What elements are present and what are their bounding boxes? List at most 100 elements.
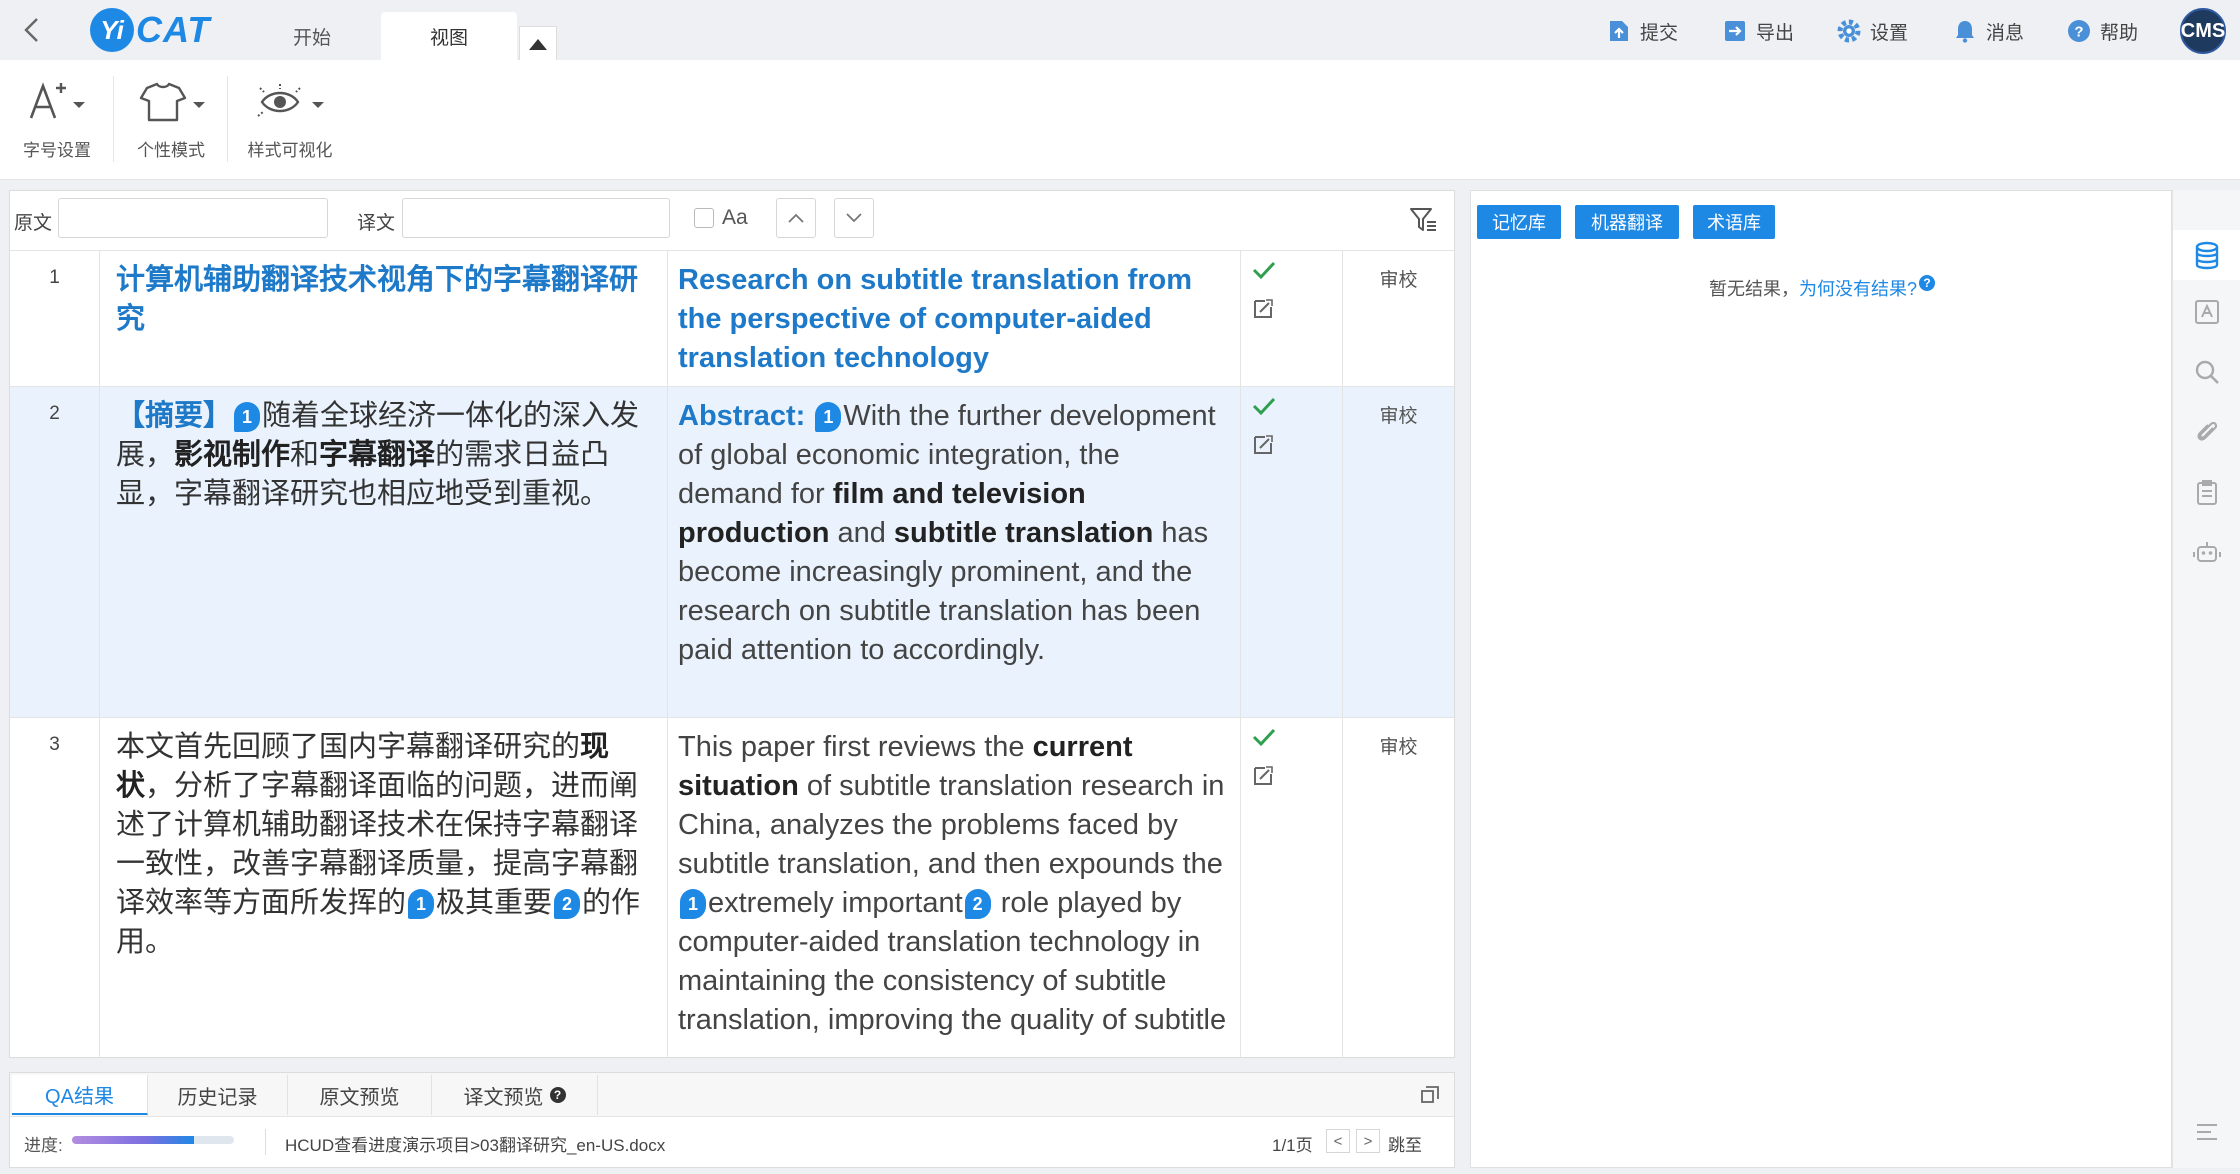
chevron-left-icon — [24, 18, 38, 42]
clipboard-icon — [2197, 480, 2217, 505]
target-text[interactable]: Research on subtitle translation from th… — [668, 251, 1241, 386]
filter-icon[interactable] — [1408, 205, 1438, 235]
search-tool[interactable] — [2191, 356, 2223, 388]
messages-button[interactable]: 消息 — [1952, 14, 2024, 48]
submit-icon — [1610, 21, 1628, 41]
ai-assistant-tool[interactable] — [2191, 536, 2223, 568]
source-fragment: 极其重要 — [436, 887, 553, 919]
search-icon — [2195, 360, 2219, 384]
help-icon[interactable]: ? — [1919, 275, 1935, 291]
prev-page-button[interactable]: < — [1326, 1129, 1350, 1153]
popout-icon[interactable] — [1420, 1085, 1440, 1105]
database-tool[interactable] — [2191, 240, 2223, 272]
source-fragment: 和 — [290, 439, 320, 471]
segment-row[interactable]: 1 计算机辅助翻译技术视角下的字幕翻译研究 Research on subtit… — [10, 251, 1454, 387]
tab-qa-results[interactable]: QA结果 — [12, 1075, 148, 1115]
chevron-down-icon — [846, 213, 862, 223]
next-page-button[interactable]: > — [1356, 1129, 1380, 1153]
confirmed-check-icon — [1252, 728, 1276, 747]
reference-panel: 记忆库 机器翻译 术语库 暂无结果，为何没有结果?? — [1470, 190, 2172, 1168]
help-icon: ? — [2068, 20, 2090, 42]
help-button[interactable]: ? 帮助 — [2066, 14, 2138, 48]
source-filter-label: 原文 — [14, 213, 53, 234]
inline-tag[interactable]: 1 — [680, 889, 706, 920]
target-text[interactable]: Abstract: 1 With the further development … — [668, 387, 1241, 717]
target-text[interactable]: This paper first reviews the current sit… — [668, 718, 1241, 1057]
help-icon[interactable]: ? — [549, 1087, 566, 1103]
segment-list: 1 计算机辅助翻译技术视角下的字幕翻译研究 Research on subtit… — [10, 251, 1454, 1057]
notes-tool[interactable] — [2191, 476, 2223, 508]
font-size-button[interactable]: 字号设置 — [14, 76, 100, 172]
target-filter-input[interactable] — [402, 198, 670, 238]
inline-tag[interactable]: 2 — [964, 889, 991, 920]
termbase-button[interactable]: 术语库 — [1693, 205, 1775, 239]
edit-note-icon[interactable] — [1251, 764, 1275, 788]
database-icon — [2195, 241, 2219, 270]
machine-translation-button[interactable]: 机器翻译 — [1575, 205, 1679, 239]
tab-target-preview[interactable]: 译文预览? — [432, 1075, 598, 1115]
help-label: 帮助 — [2100, 22, 2139, 44]
submit-label: 提交 — [1640, 22, 1679, 44]
previous-match-button[interactable] — [776, 198, 816, 238]
segment-status — [1241, 718, 1343, 1057]
segment-status — [1241, 387, 1343, 717]
translation-memory-button[interactable]: 记忆库 — [1477, 205, 1561, 239]
gear-icon — [1837, 19, 1861, 43]
source-text[interactable]: 【摘要】 1 随着全球经济一体化的深入发展，影视制作和字幕翻译的需求日益凸显，字幕翻… — [100, 387, 668, 717]
translate-tool[interactable] — [2191, 296, 2223, 328]
font-size-icon — [29, 82, 85, 119]
source-text[interactable]: 本文首先回顾了国内字幕翻译研究的现状，分析了字幕翻译面临的问题，进而阐述了计算机… — [100, 718, 668, 1057]
right-toolbar — [2172, 190, 2240, 1168]
tab-source-preview[interactable]: 原文预览 — [288, 1075, 432, 1115]
style-visualization-label: 样式可视化 — [247, 141, 333, 160]
jump-to-page[interactable]: 跳至 — [1388, 1131, 1422, 1156]
export-label: 导出 — [1756, 22, 1795, 44]
next-match-button[interactable] — [834, 198, 874, 238]
segment-number: 1 — [10, 251, 100, 386]
target-fragment: This paper first reviews the — [678, 731, 1033, 763]
inline-tag[interactable]: 1 — [408, 889, 435, 920]
ribbon-divider — [227, 76, 228, 162]
match-case-checkbox[interactable] — [694, 208, 714, 228]
collapse-toolbar-button[interactable] — [2191, 1116, 2223, 1148]
personal-mode-button[interactable]: 个性模式 — [128, 76, 214, 172]
caret-up-icon — [529, 38, 547, 50]
segment-number: 3 — [10, 718, 100, 1057]
target-fragment: and — [829, 517, 894, 549]
tab-history[interactable]: 历史记录 — [148, 1075, 288, 1115]
export-button[interactable]: 导出 — [1722, 14, 1794, 48]
source-bold-fragment: 影视制作 — [174, 439, 291, 471]
view-ribbon: 字号设置 个性模式 样式可视化 — [0, 60, 2240, 180]
segment-row[interactable]: 3 本文首先回顾了国内字幕翻译研究的现状，分析了字幕翻译面临的问题，进而阐述了计… — [10, 718, 1454, 1057]
logo-badge: Yi — [90, 8, 134, 52]
user-avatar[interactable]: CMS — [2180, 8, 2226, 54]
inline-tag[interactable]: 1 — [234, 402, 261, 433]
style-visualization-button[interactable]: 样式可视化 — [240, 76, 340, 172]
submit-button[interactable]: 提交 — [1606, 14, 1678, 48]
progress-fill — [72, 1136, 194, 1144]
progress-bar — [72, 1136, 234, 1144]
top-bar: Yi CAT 开始 视图 提交 导出 设置 消息 ? 帮助 CMS — [0, 0, 2240, 60]
eye-icon — [257, 84, 324, 117]
tab-view[interactable]: 视图 — [381, 12, 517, 60]
collapse-ribbon-button[interactable] — [519, 26, 557, 60]
messages-label: 消息 — [1986, 22, 2025, 44]
tab-start[interactable]: 开始 — [262, 12, 362, 60]
no-result-message: 暂无结果，为何没有结果?? — [1471, 275, 2173, 301]
settings-button[interactable]: 设置 — [1836, 14, 1908, 48]
page-info: 1/1页 — [1272, 1136, 1313, 1155]
file-path: HCUD查看进度演示项目>03翻译研究_en-US.docx — [285, 1136, 666, 1155]
attachment-tool[interactable] — [2191, 416, 2223, 448]
bottom-panel: QA结果 历史记录 原文预览 译文预览? 进度: HCUD查看进度演示项目>03… — [9, 1072, 1455, 1168]
source-text[interactable]: 计算机辅助翻译技术视角下的字幕翻译研究 — [100, 251, 668, 386]
why-no-result-link[interactable]: 为何没有结果? — [1799, 279, 1917, 299]
source-fragment: 本文首先回顾了国内字幕翻译研究的 — [116, 731, 581, 763]
match-case-label: Aa — [722, 206, 748, 229]
source-filter-input[interactable] — [58, 198, 328, 238]
segment-row[interactable]: 2 【摘要】 1 随着全球经济一体化的深入发展，影视制作和字幕翻译的需求日益凸显，字… — [10, 387, 1454, 718]
back-button[interactable] — [14, 12, 50, 48]
inline-tag[interactable]: 1 — [815, 402, 842, 433]
edit-note-icon[interactable] — [1251, 433, 1275, 457]
edit-note-icon[interactable] — [1251, 297, 1275, 321]
inline-tag[interactable]: 2 — [554, 889, 581, 920]
